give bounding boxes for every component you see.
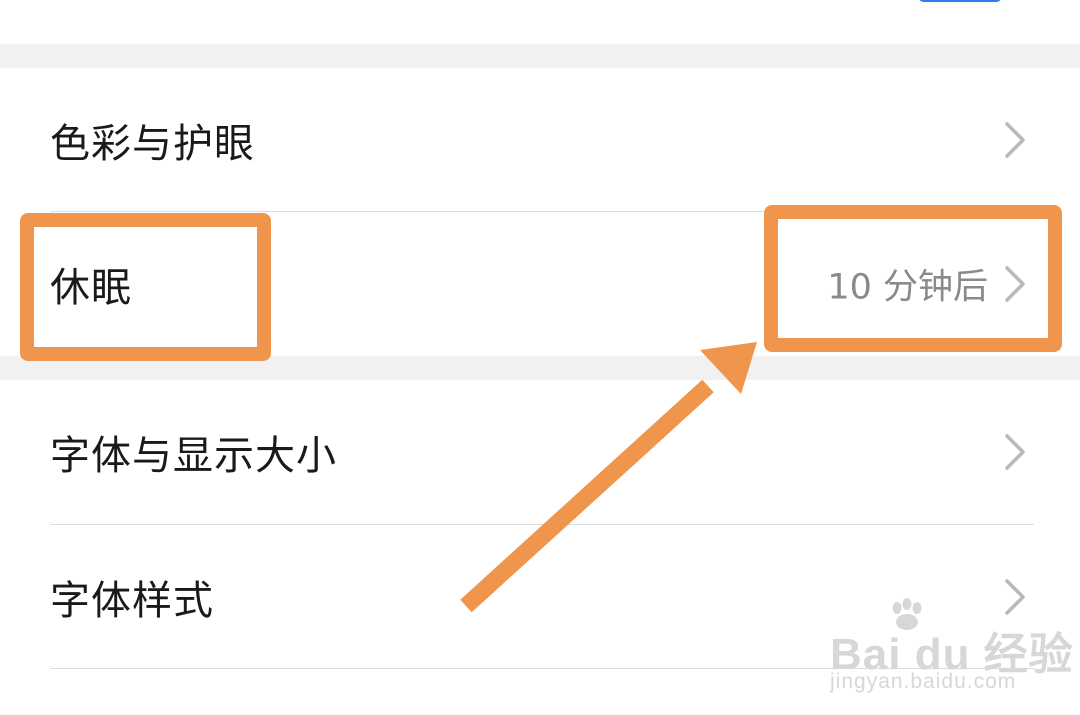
- watermark-url: jingyan.baidu.com: [830, 670, 1017, 693]
